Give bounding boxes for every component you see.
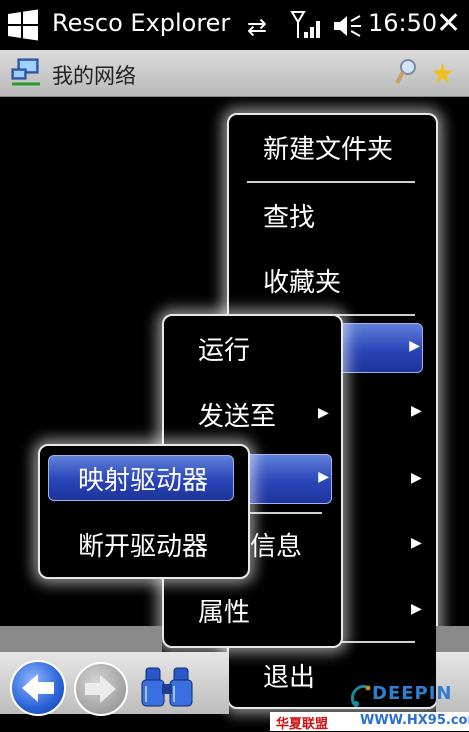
watermark-text: 华夏联盟 — [276, 717, 329, 732]
forward-button[interactable] — [74, 662, 128, 716]
menu-item-disconnect-drive[interactable]: 断开驱动器 — [78, 526, 208, 563]
menu-item-send-to[interactable]: 发送至 — [198, 396, 276, 433]
submenu-arrow-icon: ▶ — [409, 338, 420, 354]
app-title: Resco Explorer 20 — [52, 9, 238, 37]
bottom-strip — [0, 626, 162, 652]
submenu-arrow-icon: ▶ — [411, 601, 422, 617]
menu-item-properties[interactable]: 属性 — [198, 592, 250, 629]
menu-item-highlighted[interactable]: ▶ — [242, 454, 332, 504]
submenu-arrow-icon: ▶ — [411, 470, 422, 486]
submenu-arrow-icon: ▶ — [411, 535, 422, 551]
search-icon[interactable] — [394, 58, 418, 86]
drive-submenu: 映射驱动器 断开驱动器 — [38, 444, 250, 579]
binoculars-icon[interactable] — [140, 664, 194, 710]
location-label: 我的网络 — [52, 64, 136, 88]
network-icon — [11, 58, 40, 86]
submenu-arrow-icon: ▶ — [411, 403, 422, 419]
menu-item-favorites[interactable]: 收藏夹 — [263, 262, 341, 299]
menu-separator — [247, 181, 415, 183]
back-button[interactable] — [10, 660, 66, 716]
arrow-right-icon — [85, 675, 116, 703]
menu-item-map-drive[interactable]: 映射驱动器 — [78, 460, 208, 497]
clock: 16:50 — [368, 9, 438, 37]
volume-icon — [334, 15, 361, 37]
bottom-strip — [436, 626, 469, 652]
menu-item-new-folder[interactable]: 新建文件夹 — [263, 129, 393, 166]
menu-item-run[interactable]: 运行 — [198, 330, 250, 367]
submenu-arrow-icon: ▶ — [318, 405, 329, 421]
menu-item-info[interactable]: 信息 — [250, 526, 302, 563]
menu-item-highlighted[interactable]: ▶ — [333, 323, 423, 373]
submenu-arrow-icon: ▶ — [318, 469, 329, 485]
favorite-star-icon[interactable]: ★ — [430, 57, 455, 90]
menu-item-find[interactable]: 查找 — [263, 197, 315, 234]
menu-item-exit[interactable]: 退出 — [263, 657, 315, 694]
windows-logo-icon[interactable] — [6, 8, 40, 42]
arrow-left-icon — [22, 674, 54, 702]
signal-icon — [290, 11, 320, 38]
menu-separator — [248, 512, 322, 514]
deepin-logo-text: DEEPIN — [372, 683, 453, 704]
sync-icon: ⇄ — [247, 13, 268, 41]
watermark-url: WWW.HX95.com — [360, 713, 469, 728]
close-icon[interactable]: ✕ — [436, 6, 461, 41]
